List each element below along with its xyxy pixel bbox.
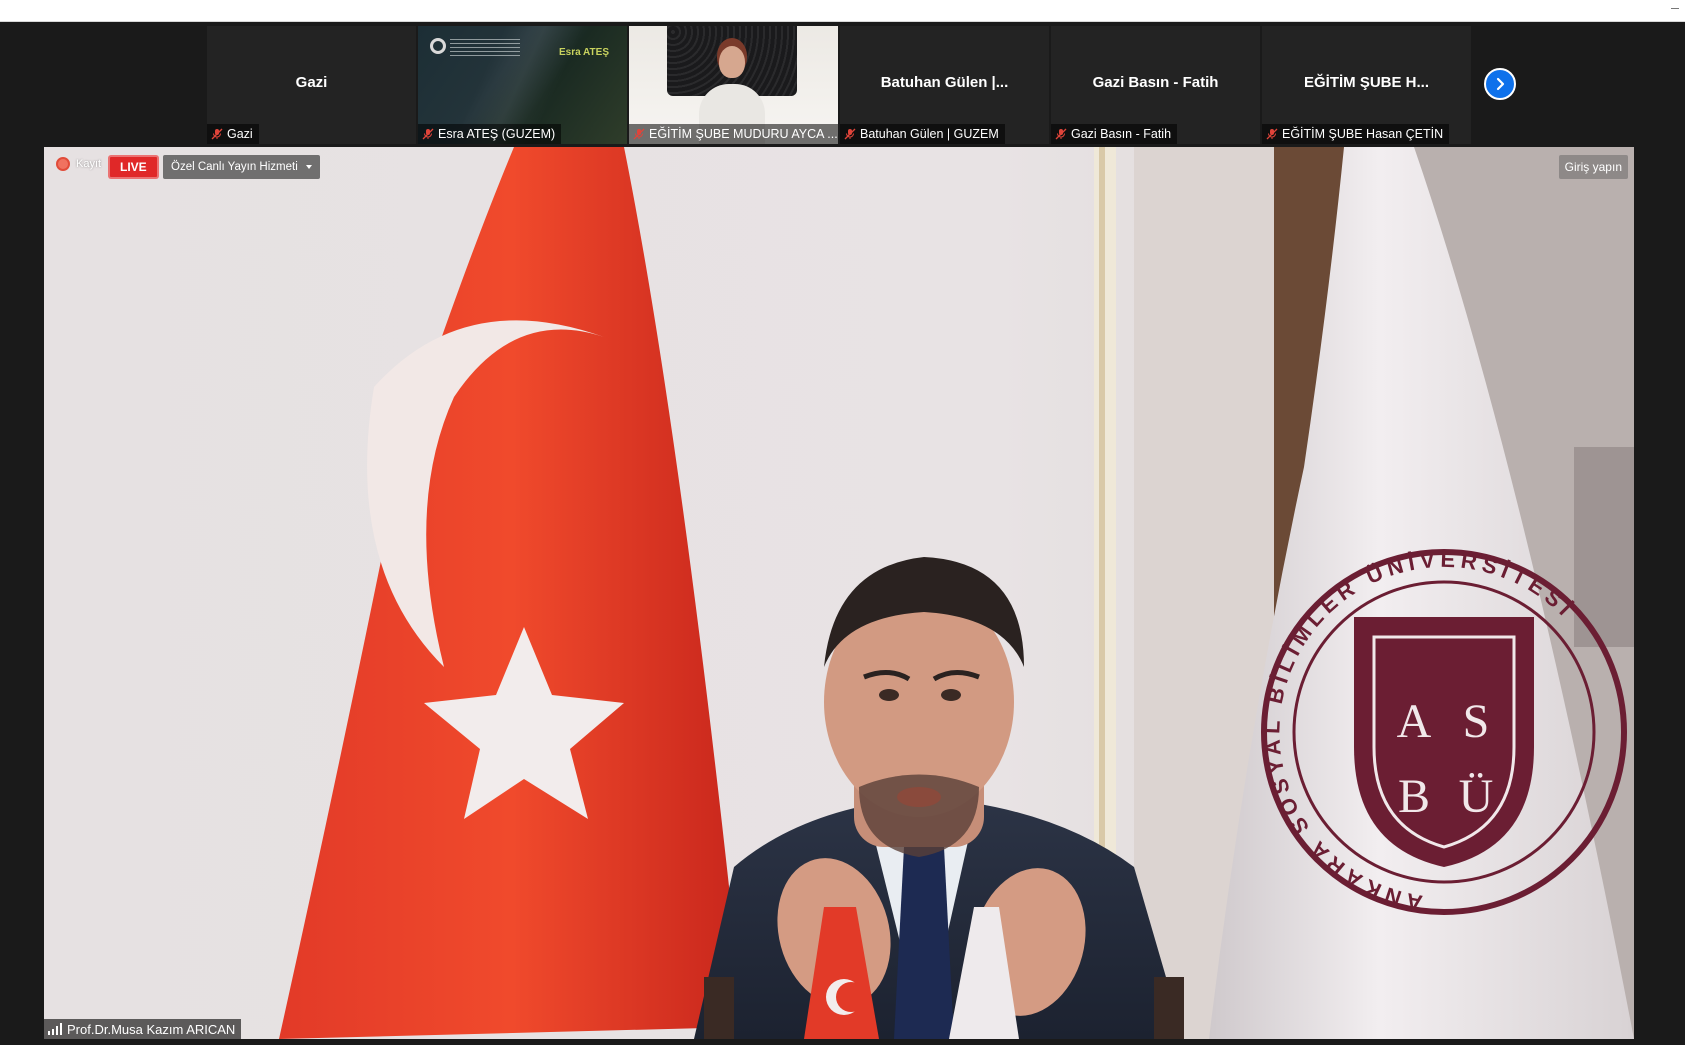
participant-name-label: Batuhan Gülen | GUZEM <box>840 124 1005 144</box>
signal-strength-icon <box>48 1023 62 1035</box>
participant-tile[interactable]: Esra ATEŞ Esra ATEŞ (GUZEM) <box>418 26 627 144</box>
participant-display-name: Gazi Basın - Fatih <box>1092 74 1219 91</box>
participant-video-person <box>719 46 745 78</box>
recording-dot-icon <box>56 157 70 171</box>
muted-mic-icon <box>1055 128 1067 140</box>
participant-label-text: Gazi <box>227 127 253 141</box>
participant-display-name: Batuhan Gülen |... <box>880 74 1009 91</box>
live-badge[interactable]: LIVE <box>108 155 159 179</box>
speaker-name: Prof.Dr.Musa Kazım ARICAN <box>67 1021 236 1037</box>
minimize-icon[interactable] <box>1671 8 1679 9</box>
participant-label-text: Batuhan Gülen | GUZEM <box>860 127 999 141</box>
muted-mic-icon <box>844 128 856 140</box>
participant-tile[interactable]: Gazi Basın - Fatih Gazi Basın - Fatih <box>1051 26 1260 144</box>
emblem-letter: Ü <box>1459 770 1494 823</box>
window-top-bar <box>0 0 1685 22</box>
caret-down-icon <box>305 165 312 169</box>
participant-name-label: EĞİTİM ŞUBE MUDURU AYCA ... <box>629 124 838 144</box>
participant-label-text: EĞİTİM ŞUBE MUDURU AYCA ... <box>649 127 838 141</box>
participant-display-name: EĞİTİM ŞUBE H... <box>1303 74 1429 91</box>
participant-tile[interactable]: Batuhan Gülen |... Batuhan Gülen | GUZEM <box>840 26 1049 144</box>
participant-label-text: Esra ATEŞ (GUZEM) <box>438 127 556 141</box>
participant-tile[interactable]: EĞİTİM ŞUBE MUDURU AYCA ... <box>629 26 838 144</box>
streaming-service-dropdown[interactable]: Özel Canlı Yayın Hizmeti <box>163 155 320 179</box>
next-page-button[interactable] <box>1484 68 1516 100</box>
active-speaker-video[interactable]: A S B Ü ANKARA SOSYAL BİLİMLER ÜNİVERSİT… <box>44 147 1634 1039</box>
emblem-letter: S <box>1463 695 1490 748</box>
participant-filmstrip: Gazi Gazi Esra ATEŞ Esra ATEŞ (GUZEM) EĞ… <box>207 26 1471 144</box>
muted-mic-icon <box>422 128 434 140</box>
speaker-name-label: Prof.Dr.Musa Kazım ARICAN <box>44 1019 242 1039</box>
speaker-video-frame: A S B Ü ANKARA SOSYAL BİLİMLER ÜNİVERSİT… <box>44 147 1634 1039</box>
participant-tile[interactable]: EĞİTİM ŞUBE H... EĞİTİM ŞUBE Hasan ÇETİN <box>1262 26 1471 144</box>
participant-name-label: Gazi <box>207 124 259 144</box>
side-gutter <box>1634 147 1685 1039</box>
muted-mic-icon <box>633 128 645 140</box>
participant-tile[interactable]: Gazi Gazi <box>207 26 416 144</box>
participant-name-label: EĞİTİM ŞUBE Hasan ÇETİN <box>1262 124 1450 144</box>
signin-button[interactable]: Giriş yapın <box>1558 155 1628 179</box>
participant-label-text: Gazi Basın - Fatih <box>1071 127 1172 141</box>
muted-mic-icon <box>211 128 223 140</box>
slide-header-lines <box>450 39 520 57</box>
slide-presenter-name: Esra ATEŞ <box>558 47 609 58</box>
participant-name-label: Gazi Basın - Fatih <box>1051 124 1178 144</box>
emblem-letter: B <box>1398 770 1430 823</box>
streaming-service-label: Özel Canlı Yayın Hizmeti <box>171 161 298 173</box>
university-logo-icon <box>430 38 446 54</box>
recording-label: Kayıt <box>76 158 102 170</box>
muted-mic-icon <box>1266 128 1278 140</box>
recording-indicator: Kayıt <box>56 157 101 171</box>
participant-name-label: Esra ATEŞ (GUZEM) <box>418 124 562 144</box>
emblem-letter: A <box>1397 695 1432 748</box>
chevron-right-icon <box>1496 77 1505 91</box>
meeting-window: Gazi Gazi Esra ATEŞ Esra ATEŞ (GUZEM) EĞ… <box>0 22 1685 1045</box>
participant-label-text: EĞİTİM ŞUBE Hasan ÇETİN <box>1282 127 1444 141</box>
participant-display-name: Gazi <box>295 74 328 91</box>
